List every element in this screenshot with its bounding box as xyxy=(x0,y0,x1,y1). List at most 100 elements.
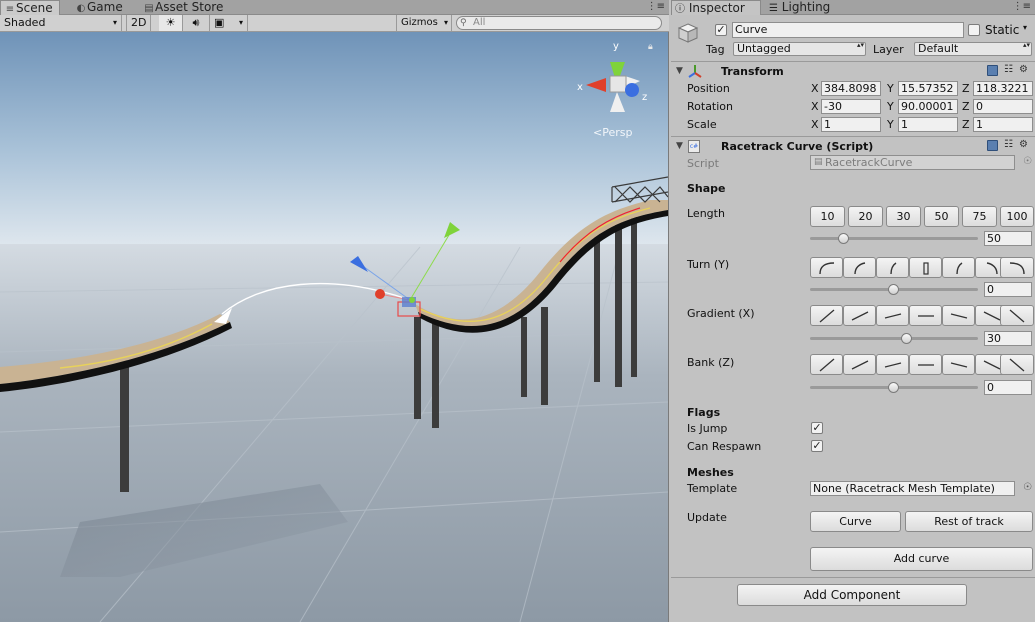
position-z-field[interactable]: 118.3221 xyxy=(973,81,1033,96)
static-label: Static xyxy=(985,23,1020,37)
lock-icon[interactable]: 🔒︎ xyxy=(648,42,653,52)
position-y-field[interactable]: 15.57352 xyxy=(898,81,958,96)
preset-sliders-icon[interactable]: ☷ xyxy=(1002,64,1015,76)
length-preset-30[interactable]: 30 xyxy=(886,206,921,227)
bank-slider-thumb[interactable] xyxy=(888,382,899,393)
length-preset-50[interactable]: 50 xyxy=(924,206,959,227)
scale-x-field[interactable]: 1 xyxy=(821,117,881,132)
shop-icon: ▤ xyxy=(144,3,154,14)
lighting-toggle-button[interactable]: ☀ xyxy=(159,15,183,31)
scene-viewport[interactable]: y x z 🔒︎ <Persp xyxy=(0,32,668,622)
turn-straight-button[interactable] xyxy=(909,257,942,278)
info-icon: ⓘ xyxy=(675,4,685,15)
gradient-up-button[interactable] xyxy=(843,305,876,326)
scale-z-field[interactable]: 1 xyxy=(973,117,1033,132)
bank-slight-left-button[interactable] xyxy=(876,354,909,375)
turn-hard-right-button[interactable] xyxy=(1000,257,1034,278)
tab-asset-store[interactable]: ▤Asset Store xyxy=(140,0,230,15)
scene-search-input[interactable]: ⚲ All xyxy=(456,16,662,30)
layer-label: Layer xyxy=(873,43,904,56)
add-curve-button[interactable]: Add curve xyxy=(810,547,1033,571)
turn-left-button[interactable] xyxy=(843,257,876,278)
shading-mode-dropdown[interactable]: Shaded ▾ xyxy=(0,15,122,31)
turn-value-field[interactable]: 0 xyxy=(984,282,1032,297)
rotation-y-field[interactable]: 90.00001 xyxy=(898,99,958,114)
rotation-x-field[interactable]: -30 xyxy=(821,99,881,114)
gizmos-dropdown[interactable]: Gizmos ▾ xyxy=(396,15,452,31)
search-icon: ⚲ xyxy=(460,18,467,28)
turn-slight-left-button[interactable] xyxy=(876,257,909,278)
layer-dropdown[interactable]: Default xyxy=(914,42,1032,56)
can-respawn-checkbox[interactable]: ✓ xyxy=(811,440,823,452)
update-rest-of-track-button[interactable]: Rest of track xyxy=(905,511,1033,532)
gradient-slider-track[interactable] xyxy=(810,337,978,340)
gradient-slight-down-button[interactable] xyxy=(942,305,975,326)
add-component-button[interactable]: Add Component xyxy=(737,584,967,606)
object-name-field[interactable]: Curve xyxy=(732,22,964,38)
length-slider-thumb[interactable] xyxy=(837,233,849,244)
projection-label[interactable]: <Persp xyxy=(593,126,632,139)
gear-icon[interactable]: ⚙︎ xyxy=(1017,139,1030,151)
flags-header: Flags xyxy=(687,406,721,419)
gear-icon[interactable]: ⚙︎ xyxy=(1017,64,1030,76)
transform-title: Transform xyxy=(721,65,784,78)
turn-slider-thumb[interactable] xyxy=(888,284,899,295)
audio-toggle-button[interactable]: 🔊︎ xyxy=(183,15,210,31)
gradient-steep-down-button[interactable] xyxy=(1000,305,1034,326)
bank-value-field[interactable]: 0 xyxy=(984,380,1032,395)
speaker-icon: 🔊︎ xyxy=(192,16,200,29)
object-picker-icon[interactable]: ☉ xyxy=(1021,482,1034,494)
chevron-down-icon[interactable]: ▾ xyxy=(1023,23,1027,32)
bank-hard-left-button[interactable] xyxy=(810,354,843,375)
template-object-field[interactable]: None (Racetrack Mesh Template) xyxy=(810,481,1015,496)
turn-slight-right-button[interactable] xyxy=(942,257,975,278)
update-curve-button[interactable]: Curve xyxy=(810,511,901,532)
gradient-steep-up-button[interactable] xyxy=(810,305,843,326)
preset-sliders-icon[interactable]: ☷ xyxy=(1002,139,1015,151)
2d-toggle-button[interactable]: 2D xyxy=(126,15,151,31)
axis-y-label: Y xyxy=(887,118,894,131)
bank-flat-button[interactable] xyxy=(909,354,942,375)
object-picker-icon[interactable]: ☉ xyxy=(1021,156,1034,168)
rotation-z-field[interactable]: 0 xyxy=(973,99,1033,114)
gradient-value-field[interactable]: 30 xyxy=(984,331,1032,346)
tab-inspector[interactable]: ⓘ Inspector xyxy=(671,0,761,15)
length-preset-20[interactable]: 20 xyxy=(848,206,883,227)
axis-z-label: Z xyxy=(962,82,970,95)
bank-slight-right-button[interactable] xyxy=(942,354,975,375)
bank-left-button[interactable] xyxy=(843,354,876,375)
static-checkbox[interactable] xyxy=(968,24,980,36)
tag-dropdown[interactable]: Untagged xyxy=(733,42,866,56)
tab-game[interactable]: ◐ Game xyxy=(72,0,132,15)
help-book-icon[interactable] xyxy=(987,65,998,76)
tab-asset-store-label: Asset Store xyxy=(155,0,224,14)
gradient-slider-thumb[interactable] xyxy=(901,333,913,344)
help-book-icon[interactable] xyxy=(987,140,998,151)
gradient-flat-button[interactable] xyxy=(909,305,942,326)
tab-scene[interactable]: ≡ Scene xyxy=(0,0,60,15)
turn-hard-left-button[interactable] xyxy=(810,257,843,278)
update-label: Update xyxy=(687,511,727,524)
script-reference-field[interactable]: ▤ RacetrackCurve xyxy=(810,155,1015,170)
length-slider-track[interactable] xyxy=(810,237,978,240)
length-value-field[interactable]: 50 xyxy=(984,231,1032,246)
active-checkbox[interactable]: ✓ xyxy=(715,24,727,36)
is-jump-checkbox[interactable]: ✓ xyxy=(811,422,823,434)
tab-lighting[interactable]: ☰ Lighting xyxy=(766,0,846,15)
transform-icon xyxy=(688,64,702,78)
panel-menu-icon[interactable]: ⋮≡ xyxy=(1013,1,1031,12)
gradient-slight-up-button[interactable] xyxy=(876,305,909,326)
length-preset-100[interactable]: 100 xyxy=(1000,206,1034,227)
foldout-arrow-icon[interactable]: ▼ xyxy=(676,141,683,151)
effects-dropdown[interactable]: ▣ ▾ xyxy=(210,15,248,31)
is-jump-label: Is Jump xyxy=(687,422,728,435)
panel-menu-icon[interactable]: ⋮≡ xyxy=(647,1,665,12)
scale-y-field[interactable]: 1 xyxy=(898,117,958,132)
foldout-arrow-icon[interactable]: ▼ xyxy=(676,66,683,76)
position-x-field[interactable]: 384.8098 xyxy=(821,81,881,96)
bank-hard-right-button[interactable] xyxy=(1000,354,1034,375)
axis-y-label: Y xyxy=(887,82,894,95)
length-preset-10[interactable]: 10 xyxy=(810,206,845,227)
length-preset-75[interactable]: 75 xyxy=(962,206,997,227)
script-file-icon: ▤ xyxy=(814,157,823,167)
